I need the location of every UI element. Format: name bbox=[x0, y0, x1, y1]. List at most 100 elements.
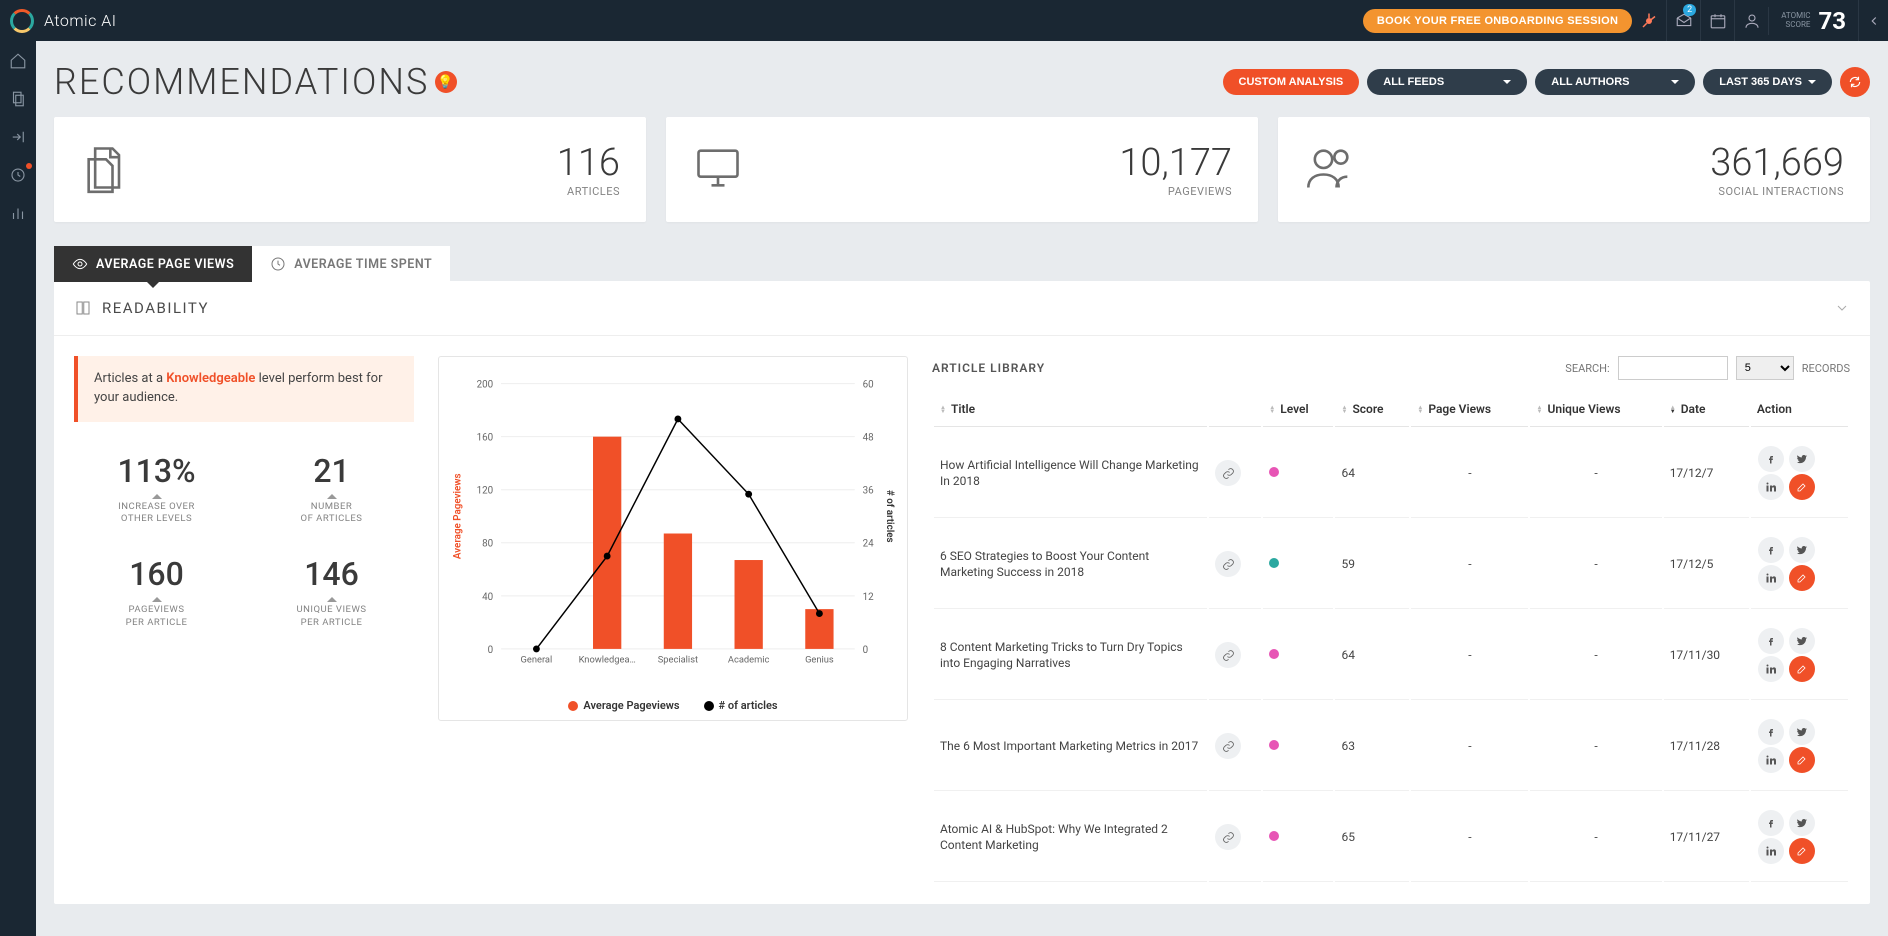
svg-text:48: 48 bbox=[863, 433, 874, 444]
date-range-select[interactable]: LAST 365 DAYS bbox=[1703, 69, 1832, 95]
stat-item: 146 UNIQUE VIEWSPER ARTICLE bbox=[249, 555, 414, 629]
uv-cell: - bbox=[1530, 793, 1661, 882]
twitter-icon[interactable] bbox=[1789, 537, 1815, 563]
linkedin-icon[interactable] bbox=[1758, 747, 1784, 773]
facebook-icon[interactable] bbox=[1758, 628, 1784, 654]
hubspot-icon[interactable] bbox=[1632, 0, 1666, 41]
tab-average-time-spent[interactable]: AVERAGE TIME SPENT bbox=[252, 246, 450, 282]
svg-text:0: 0 bbox=[863, 645, 869, 656]
edit-icon[interactable] bbox=[1789, 656, 1815, 682]
svg-text:200: 200 bbox=[477, 380, 494, 391]
readability-header[interactable]: READABILITY bbox=[54, 281, 1870, 336]
edit-icon[interactable] bbox=[1789, 747, 1815, 773]
collapse-panel-button[interactable] bbox=[1858, 0, 1888, 41]
col-unique-views[interactable]: Unique Views bbox=[1530, 392, 1661, 427]
inbox-badge: 2 bbox=[1683, 4, 1696, 16]
brand-name: Atomic AI bbox=[44, 11, 117, 30]
chevron-down-icon bbox=[1671, 80, 1679, 84]
twitter-icon[interactable] bbox=[1789, 628, 1815, 654]
link-icon[interactable] bbox=[1215, 642, 1241, 668]
uv-cell: - bbox=[1530, 702, 1661, 791]
feeds-select[interactable]: ALL FEEDS bbox=[1367, 69, 1527, 95]
twitter-icon[interactable] bbox=[1789, 446, 1815, 472]
linkedin-icon[interactable] bbox=[1758, 474, 1784, 500]
book-onboarding-button[interactable]: BOOK YOUR FREE ONBOARDING SESSION bbox=[1363, 9, 1632, 33]
score-cell: 64 bbox=[1335, 429, 1409, 518]
pv-cell: - bbox=[1411, 793, 1528, 882]
linkedin-icon[interactable] bbox=[1758, 565, 1784, 591]
custom-analysis-button[interactable]: CUSTOM ANALYSIS bbox=[1223, 69, 1360, 95]
level-dot bbox=[1269, 831, 1279, 841]
table-row: Atomic AI & HubSpot: Why We Integrated 2… bbox=[934, 793, 1848, 882]
history-icon[interactable] bbox=[8, 165, 28, 185]
legend-item: # of articles bbox=[704, 699, 778, 712]
pv-cell: - bbox=[1411, 702, 1528, 791]
edit-icon[interactable] bbox=[1789, 565, 1815, 591]
svg-text:Genius: Genius bbox=[805, 655, 834, 666]
records-select[interactable]: 5 bbox=[1736, 356, 1794, 380]
facebook-icon[interactable] bbox=[1758, 537, 1784, 563]
pv-cell: - bbox=[1411, 611, 1528, 700]
readability-chart: 0408012016020001224364860Average Pagevie… bbox=[438, 356, 908, 721]
twitter-icon[interactable] bbox=[1789, 810, 1815, 836]
search-input[interactable] bbox=[1618, 356, 1728, 380]
article-library-table: Title LevelScorePage ViewsUnique ViewsDat… bbox=[932, 390, 1850, 884]
authors-select[interactable]: ALL AUTHORS bbox=[1535, 69, 1695, 95]
edit-icon[interactable] bbox=[1789, 474, 1815, 500]
col-date[interactable]: Date bbox=[1664, 392, 1749, 427]
col-action[interactable]: Action bbox=[1751, 392, 1848, 427]
linkedin-icon[interactable] bbox=[1758, 838, 1784, 864]
twitter-icon[interactable] bbox=[1789, 719, 1815, 745]
link-icon[interactable] bbox=[1215, 551, 1241, 577]
uv-cell: - bbox=[1530, 611, 1661, 700]
col-title[interactable]: Title bbox=[934, 392, 1207, 427]
summary-value: 116 bbox=[557, 141, 620, 185]
date-cell: 17/11/28 bbox=[1664, 702, 1749, 791]
summary-value: 10,177 bbox=[1119, 141, 1232, 185]
home-icon[interactable] bbox=[8, 51, 28, 71]
inbox-icon[interactable]: 2 bbox=[1666, 0, 1700, 41]
facebook-icon[interactable] bbox=[1758, 719, 1784, 745]
records-label: RECORDS bbox=[1802, 362, 1850, 375]
link-icon[interactable] bbox=[1215, 460, 1241, 486]
col-page-views[interactable]: Page Views bbox=[1411, 392, 1528, 427]
col-level[interactable]: Level bbox=[1263, 392, 1333, 427]
score-cell: 63 bbox=[1335, 702, 1409, 791]
col-score[interactable]: Score bbox=[1335, 392, 1409, 427]
summary-card: 361,669 SOCIAL INTERACTIONS bbox=[1278, 117, 1870, 222]
edit-icon[interactable] bbox=[1789, 838, 1815, 864]
linkedin-icon[interactable] bbox=[1758, 656, 1784, 682]
stat-item: 21 NUMBEROF ARTICLES bbox=[249, 452, 414, 526]
facebook-icon[interactable] bbox=[1758, 810, 1784, 836]
svg-text:40: 40 bbox=[482, 592, 493, 603]
calendar-icon[interactable] bbox=[1700, 0, 1734, 41]
level-dot bbox=[1269, 558, 1279, 568]
link-icon[interactable] bbox=[1215, 733, 1241, 759]
score-cell: 65 bbox=[1335, 793, 1409, 882]
legend-item: Average Pageviews bbox=[568, 699, 679, 712]
analytics-icon[interactable] bbox=[8, 203, 28, 223]
tab-average-page-views[interactable]: AVERAGE PAGE VIEWS bbox=[54, 246, 252, 282]
svg-text:Average Pageviews: Average Pageviews bbox=[453, 473, 464, 559]
score-cell: 64 bbox=[1335, 611, 1409, 700]
article-title: How Artificial Intelligence Will Change … bbox=[934, 429, 1207, 518]
table-row: How Artificial Intelligence Will Change … bbox=[934, 429, 1848, 518]
link-icon[interactable] bbox=[1215, 824, 1241, 850]
share-icon[interactable] bbox=[8, 127, 28, 147]
svg-text:60: 60 bbox=[863, 380, 874, 391]
article-library-title: ARTICLE LIBRARY bbox=[932, 361, 1045, 375]
pv-cell: - bbox=[1411, 429, 1528, 518]
summary-icon bbox=[692, 142, 744, 198]
article-title: 8 Content Marketing Tricks to Turn Dry T… bbox=[934, 611, 1207, 700]
table-row: 8 Content Marketing Tricks to Turn Dry T… bbox=[934, 611, 1848, 700]
summary-label: SOCIAL INTERACTIONS bbox=[1710, 185, 1844, 198]
facebook-icon[interactable] bbox=[1758, 446, 1784, 472]
svg-text:Academic: Academic bbox=[728, 655, 770, 666]
readability-title: READABILITY bbox=[102, 299, 209, 317]
refresh-button[interactable] bbox=[1840, 67, 1870, 97]
score-cell: 59 bbox=[1335, 520, 1409, 609]
action-cell bbox=[1751, 429, 1848, 518]
user-icon[interactable] bbox=[1734, 0, 1768, 41]
readability-callout: Articles at a Knowledgeable level perfor… bbox=[74, 356, 414, 422]
documents-icon[interactable] bbox=[8, 89, 28, 109]
